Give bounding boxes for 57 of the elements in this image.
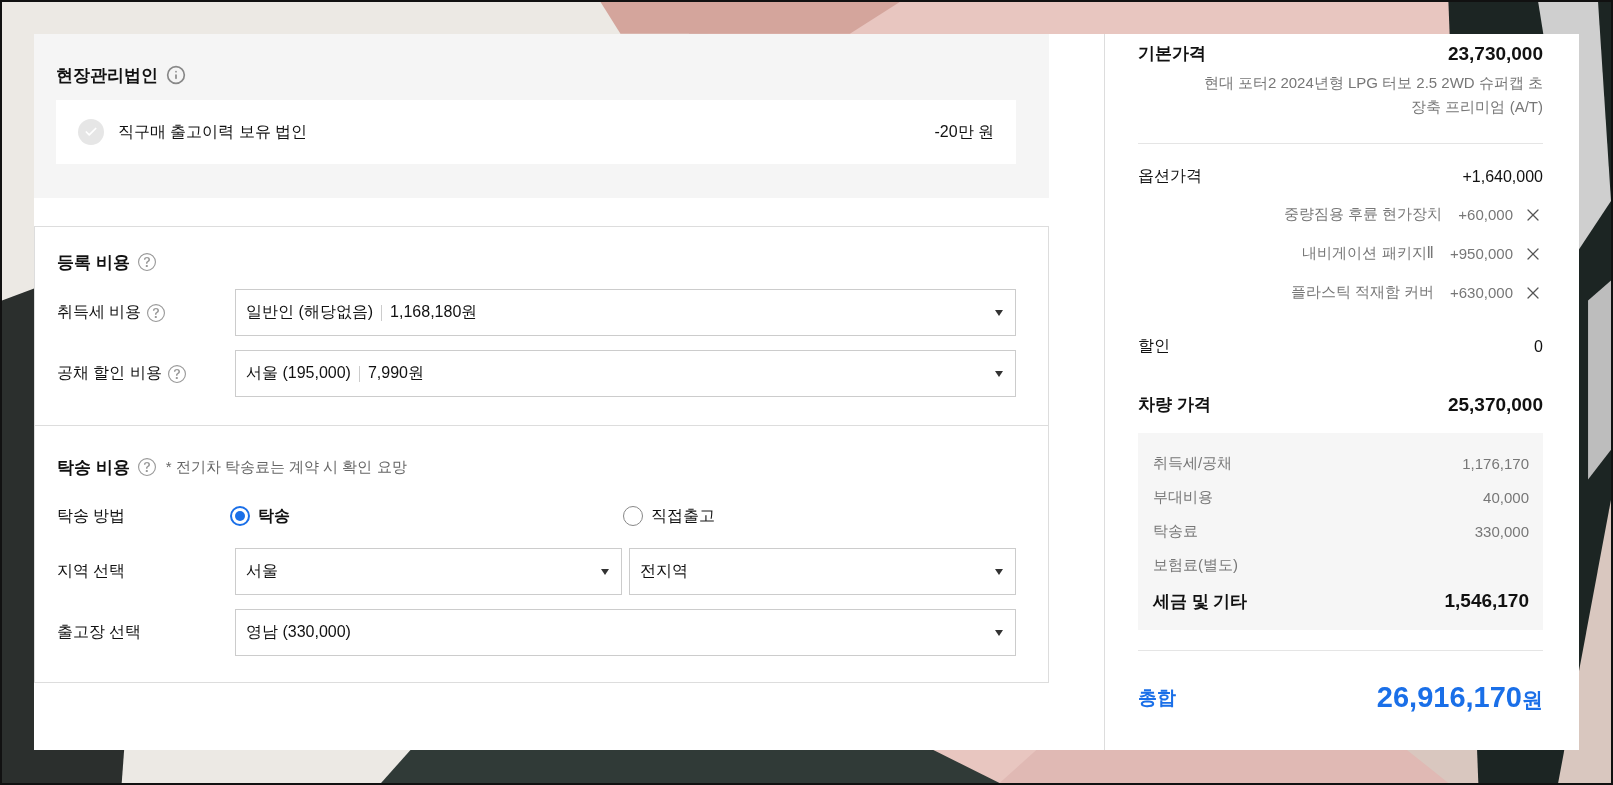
section-title: 등록 비용 [57, 251, 130, 274]
summary-amount: 25,370,000 [1447, 393, 1543, 416]
fee-label: 보험료(별도) [1153, 555, 1238, 575]
summary-label: 할인 [1138, 336, 1170, 356]
delivery-note: * 전기차 탁송료는 계약 시 확인 요망 [165, 457, 407, 477]
total-label: 총합 [1138, 685, 1176, 710]
option-name: 중량짐용 후륜 현가장치 [1284, 205, 1443, 224]
summary-label: 차량 가격 [1138, 394, 1211, 416]
field-label: 취득세 비용 [57, 302, 142, 322]
select-field[interactable]: 서울 [235, 548, 622, 595]
select-field[interactable]: 전지역 [629, 548, 1016, 595]
section-title: 탁송 비용 [57, 456, 130, 479]
dropdown-caret-icon [995, 568, 1003, 575]
select-field[interactable]: 일반인 (해당없음) 1,168,180원 [235, 289, 1016, 336]
section-title: 현장관리법인 [56, 64, 158, 87]
dropdown-caret-icon [601, 568, 609, 575]
summary-label: 옵션가격 [1138, 166, 1202, 186]
select-field[interactable]: 영남 (330,000) [235, 609, 1016, 656]
radio-button[interactable] [230, 506, 250, 526]
total-amount: 26,916,170원 [1376, 681, 1543, 714]
model-description: 현대 포터2 2024년형 LPG 터보 2.5 2WD 슈퍼캡 초장축 프리미엄 (A/T) [1202, 73, 1543, 117]
radio-label[interactable]: 직접출고 [651, 505, 715, 527]
check-circle[interactable] [78, 119, 104, 145]
dropdown-caret-icon [995, 309, 1003, 316]
fee-amount: 40,000 [1483, 488, 1529, 506]
dropdown-caret-icon [995, 629, 1003, 636]
fee-amount: 330,000 [1474, 522, 1529, 540]
fee-total-label: 세금 및 기타 [1153, 590, 1248, 613]
info-icon[interactable] [166, 65, 186, 85]
field-label: 지역 선택 [57, 561, 126, 581]
option-price: +950,000 [1450, 245, 1513, 262]
help-icon[interactable] [147, 303, 166, 322]
dropdown-caret-icon [995, 370, 1003, 377]
field-label: 탁송 방법 [57, 505, 126, 526]
field-label: 출고장 선택 [57, 622, 142, 642]
fee-label: 탁송료 [1153, 521, 1198, 541]
fee-label: 부대비용 [1153, 487, 1213, 507]
option-name: 플라스틱 적재함 커버 [1290, 283, 1434, 302]
summary-amount: 0 [1534, 337, 1543, 356]
help-icon[interactable] [137, 253, 156, 271]
fee-amount: 1,176,170 [1462, 454, 1529, 472]
fee-total-amount: 1,546,170 [1444, 590, 1529, 612]
help-icon[interactable] [137, 458, 156, 476]
summary-label: 기본가격 [1138, 43, 1206, 65]
option-amount: -20만 원 [934, 121, 994, 142]
help-icon[interactable] [167, 364, 186, 383]
summary-amount: +1,640,000 [1462, 167, 1543, 186]
corporate-option[interactable]: 직구매 출고이력 보유 법인 -20만 원 [56, 100, 1016, 164]
fee-label: 취득세/공채 [1153, 453, 1233, 473]
option-name: 내비게이션 패키지Ⅱ [1302, 244, 1434, 263]
summary-amount: 23,730,000 [1447, 42, 1543, 65]
radio-label[interactable]: 탁송 [258, 505, 290, 527]
option-label: 직구매 출고이력 보유 법인 [118, 121, 308, 142]
option-price: +60,000 [1458, 206, 1513, 223]
option-price: +630,000 [1450, 284, 1513, 301]
field-label: 공채 할인 비용 [57, 363, 162, 383]
select-field[interactable]: 서울 (195,000) 7,990원 [235, 350, 1016, 397]
